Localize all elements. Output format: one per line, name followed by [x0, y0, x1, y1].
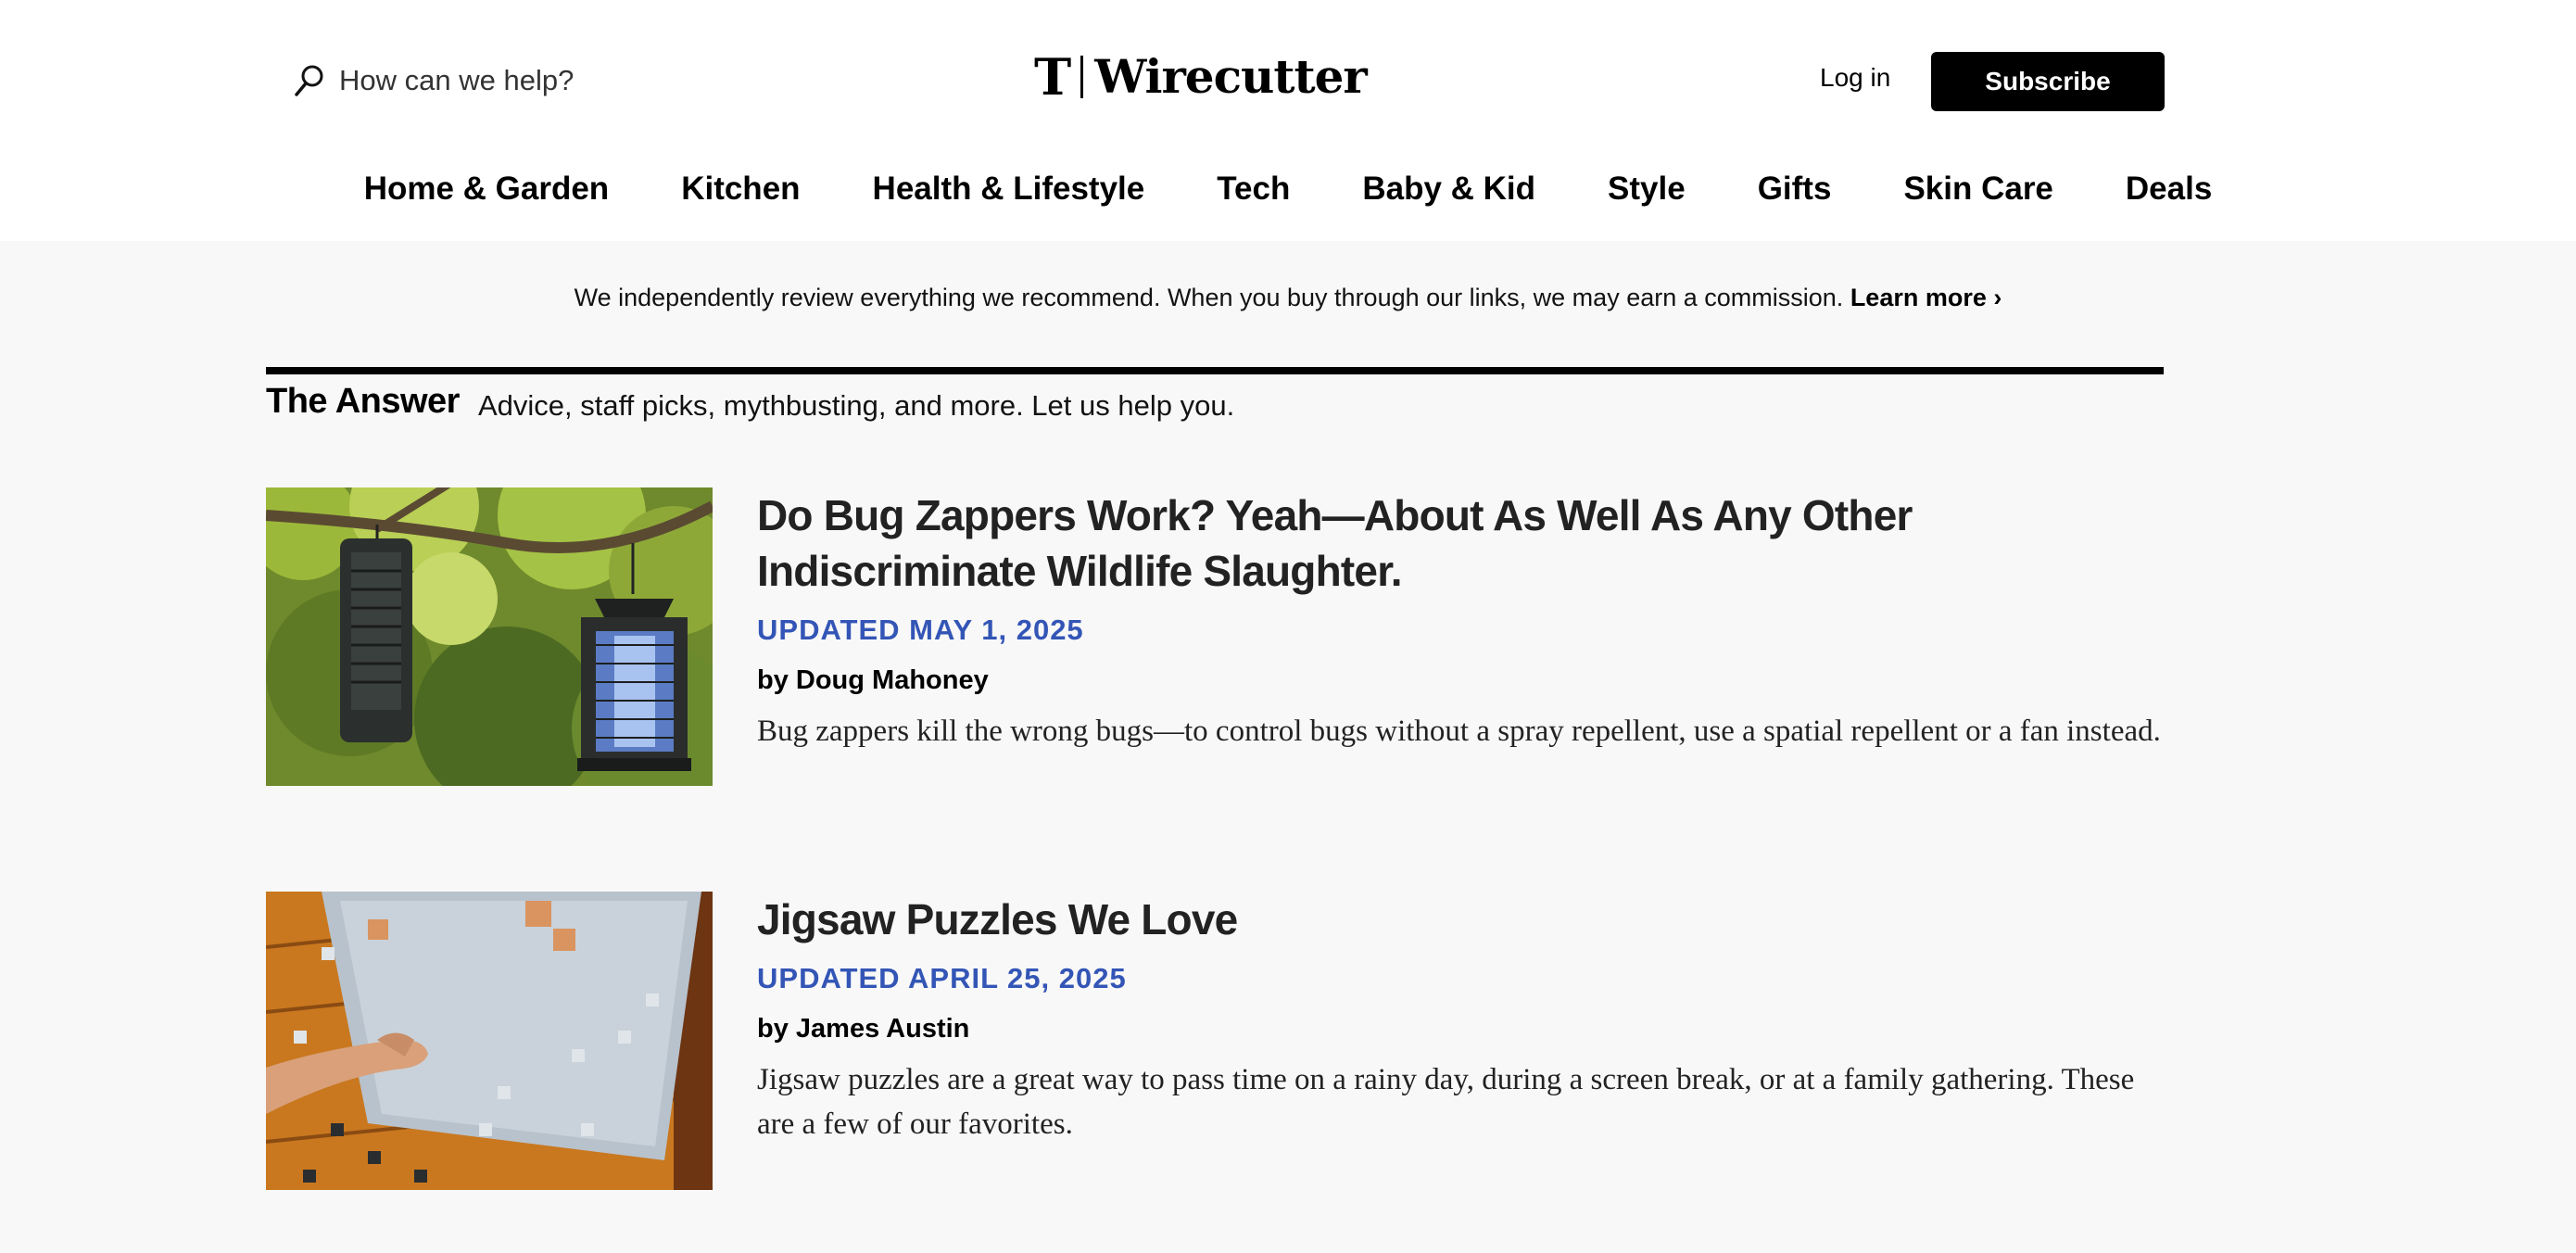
article-title[interactable]: Do Bug Zappers Work? Yeah—About As Well … [757, 487, 2164, 599]
nav-item-baby-kid[interactable]: Baby & Kid [1362, 158, 1535, 221]
search-bar[interactable] [293, 57, 617, 104]
nyt-t-logo-icon: T [1034, 47, 1072, 107]
article-byline: by James Austin [757, 1014, 970, 1044]
article-thumbnail-bug-zappers[interactable] [266, 487, 713, 786]
learn-more-link[interactable]: Learn more › [1850, 284, 2002, 311]
nav-item-tech[interactable]: Tech [1217, 158, 1290, 221]
nav-item-style[interactable]: Style [1608, 158, 1686, 221]
nav-item-gifts[interactable]: Gifts [1758, 158, 1832, 221]
section-divider [266, 367, 2164, 374]
nav-item-health-lifestyle[interactable]: Health & Lifestyle [873, 158, 1145, 221]
main-nav: Home & Garden Kitchen Health & Lifestyle… [0, 158, 2576, 221]
article-excerpt: Bug zappers kill the wrong bugs—to contr… [757, 715, 2161, 748]
article-excerpt: Jigsaw puzzles are a great way to pass t… [757, 1063, 2135, 1141]
article-updated-date: UPDATED MAY 1, 2025 [757, 614, 1084, 646]
article-thumbnail-jigsaw-puzzle[interactable] [266, 892, 713, 1190]
article-byline: by Doug Mahoney [757, 665, 989, 695]
section-description: Advice, staff picks, mythbusting, and mo… [478, 389, 1235, 422]
login-link[interactable]: Log in [1820, 63, 1890, 93]
search-icon[interactable] [293, 62, 326, 99]
section-title: The Answer [266, 382, 460, 421]
nav-item-deals[interactable]: Deals [2126, 158, 2212, 221]
logo-divider [1080, 56, 1084, 98]
article-updated-date: UPDATED APRIL 25, 2025 [757, 962, 1127, 994]
nav-item-kitchen[interactable]: Kitchen [681, 158, 800, 221]
nav-item-home-garden[interactable]: Home & Garden [364, 158, 610, 221]
search-input[interactable] [339, 64, 617, 97]
site-header: T Wirecutter Log in Subscribe Home & Gar… [0, 0, 2576, 241]
article-title[interactable]: Jigsaw Puzzles We Love [757, 892, 2164, 947]
wirecutter-logo[interactable]: T Wirecutter [1034, 47, 1368, 107]
affiliate-disclosure: We independently review everything we re… [0, 284, 2576, 312]
logo-wordmark: Wirecutter [1094, 49, 1368, 104]
nav-item-skin-care[interactable]: Skin Care [1903, 158, 2052, 221]
disclosure-text: We independently review everything we re… [574, 284, 1844, 311]
subscribe-button[interactable]: Subscribe [1931, 52, 2165, 111]
